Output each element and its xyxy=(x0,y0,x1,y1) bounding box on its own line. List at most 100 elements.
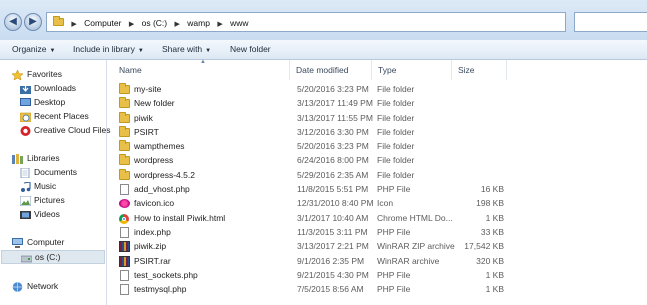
nav-item-downloads[interactable]: Downloads xyxy=(0,82,106,96)
nav-item-music[interactable]: Music xyxy=(0,180,106,194)
file-date-modified: 5/20/2016 3:23 PM xyxy=(297,141,369,152)
file-row[interactable]: testmysql.php 7/5/2015 8:56 AM PHP File 1 K… xyxy=(107,282,647,296)
chevron-down-icon: ▼ xyxy=(137,48,144,54)
crumb-computer[interactable]: Computer xyxy=(84,18,121,28)
nav-item-label: Videos xyxy=(34,209,60,219)
file-date-modified: 7/5/2015 8:56 AM xyxy=(297,284,364,295)
file-row[interactable]: wordpress 6/24/2016 8:00 PM File folder xyxy=(107,153,647,167)
nav-item-desktop[interactable]: Desktop xyxy=(0,96,106,110)
column-header-date[interactable]: Date modified xyxy=(290,60,372,80)
star-icon xyxy=(12,70,23,80)
file-type: File folder xyxy=(377,141,415,152)
chrome-icon xyxy=(119,213,129,224)
file-date-modified: 3/1/2017 10:40 AM xyxy=(297,212,369,223)
file-row[interactable]: piwik.zip 3/13/2017 2:21 PM WinRAR ZIP arc… xyxy=(107,239,647,253)
file-row[interactable]: PSIRT.rar 9/1/2016 2:35 PM WinRAR archive 3… xyxy=(107,254,647,268)
file-row[interactable]: PSIRT 3/12/2016 3:30 PM File folder xyxy=(107,125,647,139)
file-type: File folder xyxy=(377,169,415,180)
crumb-drive[interactable]: os (C:) xyxy=(142,18,168,28)
column-header-type-label: Type xyxy=(378,65,397,75)
file-type: WinRAR ZIP archive xyxy=(377,241,455,252)
file-row[interactable]: wampthemes 5/20/2016 3:23 PM File folder xyxy=(107,139,647,153)
nav-libraries[interactable]: Libraries xyxy=(0,152,106,166)
column-header-type[interactable]: Type xyxy=(372,60,452,80)
command-bar: Organize ▼ Include in library ▼ Share with… xyxy=(0,40,647,60)
drive-icon xyxy=(21,255,32,263)
crumb-wamp[interactable]: wamp xyxy=(187,18,210,28)
nav-item-os-c[interactable]: os (C:) xyxy=(1,250,105,264)
file-name: PSIRT.rar xyxy=(134,255,171,266)
nav-item-creative-cloud-files[interactable]: Creative Cloud Files xyxy=(0,124,111,138)
folder-icon xyxy=(119,111,130,123)
share-with-label: Share with xyxy=(162,44,203,54)
nav-item-label: Creative Cloud Files xyxy=(34,125,111,135)
crumb-www[interactable]: www xyxy=(230,18,248,28)
address-bar[interactable]: ▶ Computer ▶ os (C:) ▶ wamp ▶ www xyxy=(46,12,566,32)
network-icon xyxy=(12,282,23,292)
organize-label: Organize xyxy=(12,44,47,54)
back-button[interactable]: ◀ xyxy=(4,13,22,31)
include-in-library-label: Include in library xyxy=(73,44,135,54)
file-name: test_sockets.php xyxy=(134,269,198,280)
forward-button[interactable]: ▶ xyxy=(24,13,42,31)
chevron-down-icon: ▼ xyxy=(205,48,212,54)
downloads-icon xyxy=(20,84,31,94)
file-date-modified: 11/3/2015 3:11 PM xyxy=(297,226,368,237)
file-name: How to install Piwik.html xyxy=(134,212,226,223)
chevron-right-icon[interactable]: ▶ xyxy=(174,21,179,28)
file-row[interactable]: add_vhost.php 11/8/2015 5:51 PM PHP File 16… xyxy=(107,182,647,196)
file-size: 1 KB xyxy=(485,269,504,280)
nav-item-label: Documents xyxy=(34,167,77,177)
music-icon xyxy=(21,182,31,192)
php-file-icon xyxy=(120,184,129,196)
nav-favorites[interactable]: Favorites xyxy=(0,68,106,82)
nav-computer-label: Computer xyxy=(27,237,65,247)
include-in-library-button[interactable]: Include in library ▼ xyxy=(73,44,144,54)
folder-icon xyxy=(119,83,130,94)
computer-icon xyxy=(12,238,23,248)
chevron-right-icon[interactable]: ▶ xyxy=(129,21,134,28)
file-name: wordpress xyxy=(134,155,174,166)
column-header-date-label: Date modified xyxy=(296,65,349,75)
file-row[interactable]: my-site 5/20/2016 3:23 PM File folder xyxy=(107,82,647,96)
navigation-pane: Favorites Downloads Desktop Recent Place… xyxy=(0,60,111,305)
nav-libraries-label: Libraries xyxy=(27,153,60,163)
winrar-archive-icon xyxy=(119,241,130,253)
search-input[interactable] xyxy=(574,12,647,32)
file-row[interactable]: How to install Piwik.html 3/1/2017 10:40 … xyxy=(107,211,647,225)
column-header-size-label: Size xyxy=(458,65,475,75)
nav-computer[interactable]: Computer xyxy=(0,236,106,250)
file-row[interactable]: index.php 11/3/2015 3:11 PM PHP File 33 KB xyxy=(107,225,647,239)
file-row[interactable]: test_sockets.php 9/21/2015 4:30 PM PHP Fil… xyxy=(107,268,647,282)
nav-network[interactable]: Network xyxy=(0,280,106,294)
folder-icon xyxy=(119,154,130,166)
nav-item-label: Desktop xyxy=(34,97,66,107)
nav-network-label: Network xyxy=(27,281,59,291)
nav-item-documents[interactable]: Documents xyxy=(0,166,106,180)
file-row[interactable]: piwik 3/13/2017 11:55 PM File folder xyxy=(107,111,647,125)
nav-item-videos[interactable]: Videos xyxy=(0,208,106,222)
organize-button[interactable]: Organize ▼ xyxy=(12,44,55,54)
nav-item-label: os (C:) xyxy=(35,252,61,262)
file-type: PHP File xyxy=(377,284,411,295)
recent-places-icon xyxy=(20,112,31,122)
file-name: wordpress-4.5.2 xyxy=(134,169,195,180)
folder-icon xyxy=(119,125,130,137)
address-area: ◀ ▶ ▶ Computer ▶ os (C:) ▶ wamp ▶ www xyxy=(0,0,647,40)
nav-item-pictures[interactable]: Pictures xyxy=(0,194,106,208)
file-row[interactable]: New folder 3/13/2017 11:49 PM File folder xyxy=(107,96,647,110)
file-type: File folder xyxy=(377,84,415,94)
file-date-modified: 9/1/2016 2:35 PM xyxy=(297,255,365,266)
nav-item-recent-places[interactable]: Recent Places xyxy=(0,110,106,124)
chevron-right-icon[interactable]: ▶ xyxy=(71,21,76,28)
file-row[interactable]: favicon.ico 12/31/2010 8:40 PM Icon 198 KB xyxy=(107,196,647,210)
php-file-icon xyxy=(120,284,129,296)
new-folder-button[interactable]: New folder xyxy=(230,44,271,54)
file-row[interactable]: wordpress-4.5.2 5/29/2016 2:35 AM File fol… xyxy=(107,168,647,182)
file-name: index.php xyxy=(134,226,171,237)
file-name: piwik xyxy=(134,112,153,123)
share-with-button[interactable]: Share with ▼ xyxy=(162,44,211,54)
column-header-size[interactable]: Size xyxy=(452,60,507,80)
chevron-right-icon[interactable]: ▶ xyxy=(217,21,222,28)
libraries-icon xyxy=(12,154,23,164)
